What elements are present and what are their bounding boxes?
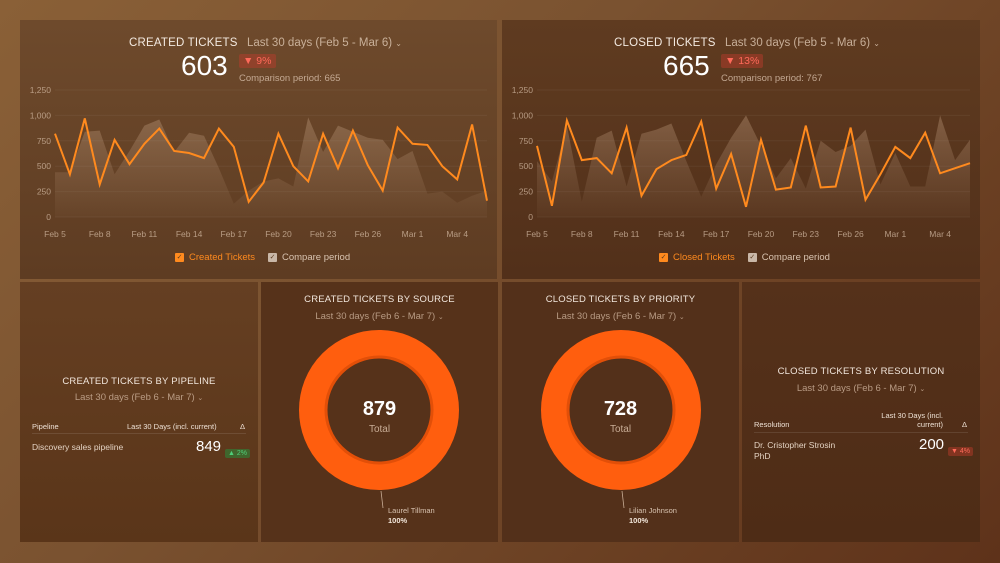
x-tick-label: Feb 11 — [614, 229, 640, 239]
x-tick-label: Mar 1 — [402, 229, 424, 239]
pipeline-delta-badge: ▲ 2% — [225, 442, 250, 460]
value-col-header: Last 30 Days (incl. current) — [127, 422, 217, 431]
table-divider — [754, 432, 968, 433]
resolution-title: CLOSED TICKETS BY RESOLUTION — [777, 366, 945, 377]
y-tick-label: 1,250 — [30, 85, 52, 95]
range-label: Last 30 days (Feb 6 - Mar 7) — [74, 392, 195, 403]
source-slice-pct: 100% — [388, 516, 408, 525]
pipeline-range-dropdown[interactable]: Last 30 days (Feb 6 - Mar 7) ⌄ — [20, 392, 258, 403]
x-tick-label: Mar 4 — [929, 229, 951, 239]
resolution-col-header: Resolution — [754, 420, 790, 429]
checkbox-checked-icon: ✓ — [747, 253, 757, 262]
x-tick-label: Feb 20 — [265, 229, 292, 239]
pipeline-value: 849 — [196, 438, 222, 455]
x-tick-label: Feb 23 — [793, 229, 820, 239]
closed-by-resolution-panel: CLOSED TICKETS BY RESOLUTION Last 30 day… — [742, 282, 980, 542]
chevron-down-icon: ⌄ — [197, 395, 204, 402]
source-total: 879 — [362, 398, 397, 420]
checkbox-checked-icon: ✓ — [175, 253, 184, 262]
x-tick-label: Feb 5 — [44, 229, 66, 239]
delta-text: ▲ 2% — [225, 449, 250, 458]
legend-compare-period[interactable]: ✓ Compare period — [747, 252, 830, 263]
y-tick-label: 1,250 — [512, 85, 534, 95]
table-divider — [32, 433, 246, 434]
y-tick-label: 0 — [46, 212, 51, 222]
created-tickets-panel: CREATED TICKETS Last 30 days (Feb 5 - Ma… — [20, 20, 497, 279]
y-tick-label: 750 — [519, 136, 533, 146]
y-tick-label: 250 — [37, 187, 51, 197]
closed-tickets-panel: CLOSED TICKETS Last 30 days (Feb 5 - Mar… — [502, 20, 980, 279]
legend-compare-period[interactable]: ✓ Compare period — [268, 252, 350, 263]
delta-text: ▼ 4% — [948, 447, 973, 456]
priority-slice-label: Lilian Johnson — [629, 506, 677, 515]
created-tickets-chart: 0 250 500 750 1,000 1,250 Feb 5 Feb 8 Feb 11 Feb … — [30, 85, 488, 239]
priority-total: 728 — [603, 398, 638, 420]
source-total-label: Total — [368, 424, 391, 435]
chevron-down-icon: ⌄ — [919, 386, 926, 393]
priority-slice-pct: 100% — [629, 516, 649, 525]
y-tick-label: 750 — [37, 136, 51, 146]
y-tick-label: 250 — [519, 187, 533, 197]
x-tick-label: Feb 5 — [526, 229, 548, 239]
value-col-header: Last 30 Days (incl. current) — [879, 411, 943, 429]
legend-closed-tickets[interactable]: ✓ Closed Tickets — [659, 252, 735, 263]
closed-by-priority-panel: CLOSED TICKETS BY PRIORITY Last 30 days … — [502, 282, 739, 542]
x-tick-label: Feb 14 — [176, 229, 203, 239]
created-by-pipeline-panel: CREATED TICKETS BY PIPELINE Last 30 days… — [20, 282, 258, 542]
x-tick-label: Feb 14 — [658, 229, 685, 239]
header-line: Last 30 Days (incl. — [881, 411, 943, 420]
x-tick-label: Feb 8 — [89, 229, 111, 239]
resolution-value: 200 — [919, 436, 945, 453]
compare-period-area — [55, 117, 487, 217]
x-tick-label: Feb 11 — [131, 229, 157, 239]
checkbox-checked-icon: ✓ — [268, 253, 277, 262]
legend-created-tickets[interactable]: ✓ Created Tickets — [175, 252, 255, 263]
x-tick-label: Feb 17 — [221, 229, 248, 239]
x-tick-label: Feb 26 — [355, 229, 382, 239]
y-tick-label: 0 — [528, 212, 533, 222]
x-tick-label: Feb 23 — [310, 229, 337, 239]
pipeline-name: Discovery sales pipeline — [32, 442, 124, 452]
x-tick-label: Mar 1 — [884, 229, 906, 239]
name-line: PhD — [754, 451, 771, 461]
legend-label: Closed Tickets — [673, 252, 735, 263]
source-slice-label: Laurel Tillman — [388, 506, 435, 515]
legend-label: Created Tickets — [189, 252, 255, 263]
resolution-delta-badge: ▼ 4% — [948, 440, 973, 458]
name-line: Dr. Cristopher Strosin — [754, 440, 836, 450]
pipeline-title: CREATED TICKETS BY PIPELINE — [62, 376, 216, 387]
checkbox-checked-icon: ✓ — [659, 253, 668, 262]
resolution-name: Dr. Cristopher Strosin PhD — [754, 440, 835, 462]
y-tick-label: 500 — [37, 161, 51, 171]
legend-label: Compare period — [282, 252, 351, 263]
x-tick-label: Feb 20 — [748, 229, 775, 239]
closed-tickets-chart: 0 250 500 750 1,000 1,250 Feb 5 Feb 8 Feb 11 Feb … — [512, 85, 971, 239]
legend-label: Compare period — [761, 252, 830, 263]
pipeline-col-header: Pipeline — [32, 422, 59, 431]
y-tick-label: 1,000 — [30, 110, 52, 120]
y-tick-label: 500 — [519, 161, 533, 171]
y-tick-label: 1,000 — [512, 110, 534, 120]
created-by-source-panel: CREATED TICKETS BY SOURCE Last 30 days (… — [261, 282, 498, 542]
x-tick-label: Mar 4 — [446, 229, 468, 239]
donut-leader-line — [621, 490, 625, 509]
delta-col-header: Δ — [962, 420, 968, 429]
x-tick-label: Feb 8 — [571, 229, 593, 239]
x-tick-label: Feb 26 — [837, 229, 864, 239]
range-label: Last 30 days (Feb 6 - Mar 7) — [796, 383, 917, 394]
donut-leader-line — [380, 490, 384, 509]
header-line: current) — [917, 420, 943, 429]
delta-col-header: Δ — [240, 422, 246, 431]
priority-total-label: Total — [609, 424, 632, 435]
resolution-range-dropdown[interactable]: Last 30 days (Feb 6 - Mar 7) ⌄ — [742, 383, 980, 394]
x-tick-label: Feb 17 — [703, 229, 730, 239]
